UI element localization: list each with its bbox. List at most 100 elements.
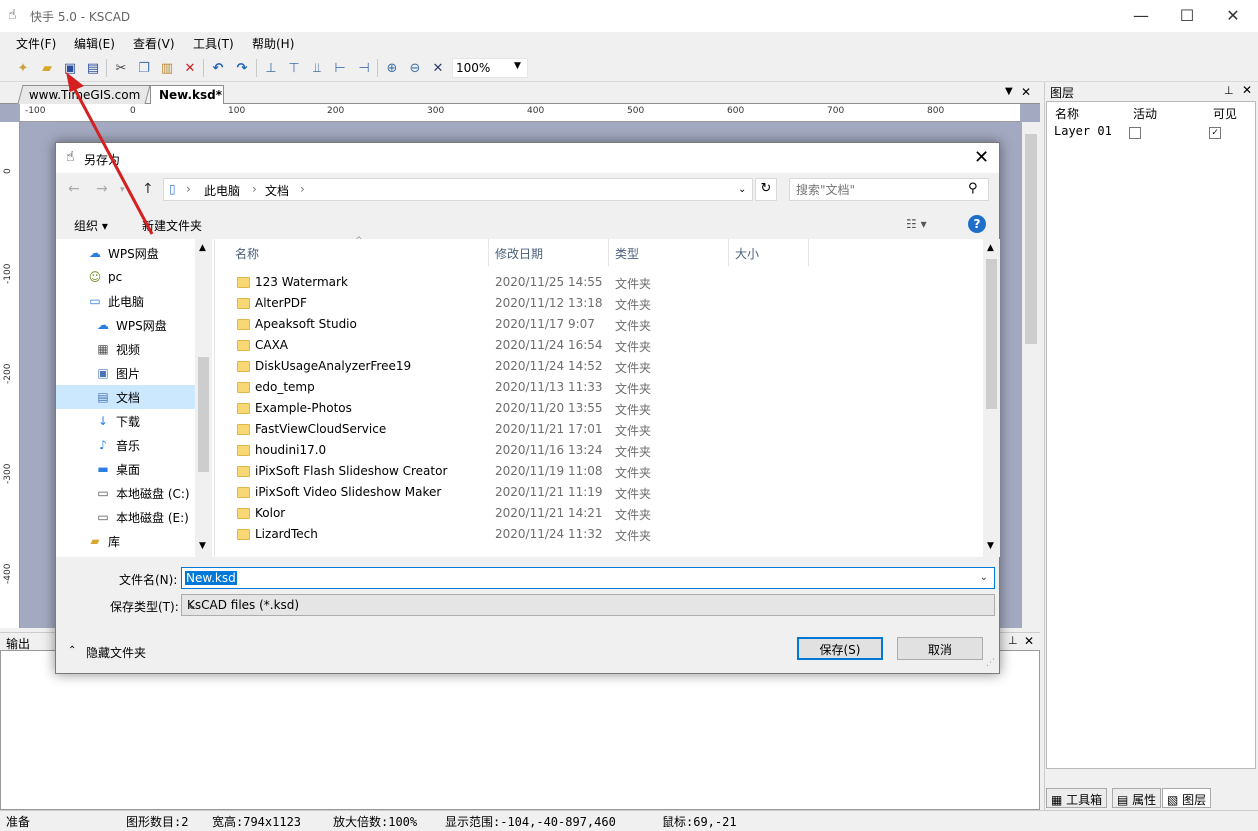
file-row[interactable]: AlterPDF 2020/11/12 13:18 文件夹 [215, 293, 985, 314]
scrollbar-thumb[interactable] [198, 357, 209, 472]
column-header-name[interactable]: 名称 [235, 245, 259, 262]
save-icon[interactable]: ▣ [61, 59, 79, 77]
scrollbar-thumb[interactable] [1025, 134, 1037, 344]
paste-icon[interactable]: ▥ [158, 59, 176, 77]
file-row[interactable]: edo_temp 2020/11/13 11:33 文件夹 [215, 377, 985, 398]
column-visible[interactable]: 可见 [1213, 105, 1237, 122]
tab-new-ksd[interactable]: New.ksd* [150, 85, 224, 104]
filename-dropdown-icon[interactable]: ⌄ [980, 572, 988, 583]
tree-item-pc-user[interactable]: ☺ pc [86, 265, 122, 289]
dialog-close-icon[interactable]: ✕ [974, 147, 989, 168]
scroll-up-icon[interactable]: ▲ [199, 243, 206, 253]
tab-layers[interactable]: ▧ 图层 [1162, 788, 1212, 808]
tab-timegis[interactable]: www.TimeGIS.com [17, 85, 151, 104]
file-row[interactable]: FastViewCloudService 2020/11/21 17:01 文件夹 [215, 419, 985, 440]
zoom-in-icon[interactable]: ⊕ [383, 59, 401, 77]
align-top-icon[interactable]: ⊤ [285, 59, 303, 77]
column-header-date[interactable]: 修改日期 [495, 245, 543, 262]
file-list-scrollbar[interactable]: ▲ ▼ [983, 239, 1000, 557]
view-options-icon[interactable]: ☷ ▾ [906, 217, 927, 231]
up-arrow-icon[interactable]: ↑ [142, 181, 154, 197]
forward-arrow-icon[interactable]: → [96, 181, 108, 197]
layer-active-checkbox[interactable] [1129, 127, 1141, 139]
copy-icon[interactable]: ❐ [135, 59, 153, 77]
tree-item-drive-c[interactable]: ▭ 本地磁盘 (C:) [94, 481, 189, 505]
file-row[interactable]: 123 Watermark 2020/11/25 14:55 文件夹 [215, 272, 985, 293]
close-panel-icon[interactable]: ✕ [1024, 634, 1034, 648]
help-icon[interactable]: ? [968, 215, 986, 233]
tab-toolbox[interactable]: ▦ 工具箱 [1046, 788, 1108, 808]
pin-icon[interactable]: ⊥ [1224, 84, 1234, 97]
new-folder-button[interactable]: 新建文件夹 [142, 217, 202, 234]
save-button[interactable]: 保存(S) [797, 637, 883, 660]
tree-item-desktop[interactable]: ▬ 桌面 [94, 457, 140, 481]
filetype-dropdown-icon[interactable]: ⌄ [187, 598, 988, 612]
pin-icon[interactable]: ⊥ [1008, 634, 1018, 647]
column-header-size[interactable]: 大小 [735, 245, 759, 262]
address-bar[interactable]: ▯ › 此电脑 › 文档 › ⌄ [163, 178, 753, 201]
file-row[interactable]: LizardTech 2020/11/24 11:32 文件夹 [215, 524, 985, 545]
tree-item-wps-cloud-2[interactable]: ☁ WPS网盘 [94, 313, 167, 337]
hide-folders-toggle[interactable]: 隐藏文件夹 [86, 644, 146, 661]
close-window-button[interactable]: ✕ [1210, 0, 1256, 30]
address-dropdown-icon[interactable]: ⌄ [738, 184, 746, 195]
align-right-icon[interactable]: ⊣ [355, 59, 373, 77]
redo-icon[interactable]: ↷ [233, 59, 251, 77]
filename-input[interactable]: New.ksd ⌄ [181, 567, 995, 589]
column-divider[interactable] [608, 239, 609, 266]
tree-item-this-pc[interactable]: ▭ 此电脑 [86, 289, 144, 313]
column-divider[interactable] [488, 239, 489, 266]
column-name[interactable]: 名称 [1055, 105, 1079, 122]
navigation-scrollbar[interactable]: ▲ ▼ [195, 239, 212, 557]
zoom-out-icon[interactable]: ⊖ [406, 59, 424, 77]
back-arrow-icon[interactable]: ← [68, 181, 80, 197]
breadcrumb-this-pc[interactable]: 此电脑 [204, 182, 240, 199]
tree-item-pictures[interactable]: ▣ 图片 [94, 361, 140, 385]
scroll-down-icon[interactable]: ▼ [199, 541, 206, 551]
tree-item-videos[interactable]: ▦ 视频 [94, 337, 140, 361]
organize-button[interactable]: 组织 ▾ [74, 217, 108, 234]
undo-icon[interactable]: ↶ [209, 59, 227, 77]
cut-icon[interactable]: ✂ [112, 59, 130, 77]
menu-view[interactable]: 查看(V) [133, 35, 175, 52]
file-row[interactable]: houdini17.0 2020/11/16 13:24 文件夹 [215, 440, 985, 461]
close-panel-icon[interactable]: ✕ [1242, 83, 1252, 97]
maximize-button[interactable]: ☐ [1164, 0, 1210, 30]
scroll-up-icon[interactable]: ▲ [987, 243, 994, 253]
column-divider[interactable] [728, 239, 729, 266]
minimize-button[interactable]: — [1118, 0, 1164, 30]
file-row[interactable]: Kolor 2020/11/21 14:21 文件夹 [215, 503, 985, 524]
tree-item-drive-e[interactable]: ▭ 本地磁盘 (E:) [94, 505, 188, 529]
file-row[interactable]: Example-Photos 2020/11/20 13:55 文件夹 [215, 398, 985, 419]
new-file-icon[interactable]: ✦ [14, 59, 32, 77]
menu-file[interactable]: 文件(F) [16, 35, 56, 52]
tab-list-icon[interactable]: ▼ [1005, 86, 1013, 97]
delete-icon[interactable]: ✕ [181, 59, 199, 77]
tab-properties[interactable]: ▤ 属性 [1112, 788, 1162, 808]
collapse-chevron-icon[interactable]: ⌃ [68, 645, 76, 656]
refresh-icon[interactable]: ↻ [755, 178, 777, 201]
search-input[interactable] [796, 180, 966, 200]
file-row[interactable]: CAXA 2020/11/24 16:54 文件夹 [215, 335, 985, 356]
recent-dropdown-icon[interactable]: ▾ [120, 185, 125, 195]
file-row[interactable]: iPixSoft Flash Slideshow Creator 2020/11/… [215, 461, 985, 482]
tree-item-documents[interactable]: ▤ 文档 [56, 385, 195, 409]
menu-edit[interactable]: 编辑(E) [74, 35, 115, 52]
tree-item-wps-cloud[interactable]: ☁ WPS网盘 [86, 241, 159, 265]
column-header-type[interactable]: 类型 [615, 245, 639, 262]
zoom-fit-icon[interactable]: ✕ [429, 59, 447, 77]
open-folder-icon[interactable]: ▰ [38, 59, 56, 77]
filename-value[interactable]: New.ksd [185, 571, 237, 585]
tree-item-library[interactable]: ▰ 库 [86, 529, 120, 553]
canvas-vertical-scrollbar[interactable] [1022, 122, 1040, 628]
column-divider[interactable] [808, 239, 809, 266]
cancel-button[interactable]: 取消 [897, 637, 983, 660]
file-row[interactable]: DiskUsageAnalyzerFree19 2020/11/24 14:52 文… [215, 356, 985, 377]
filetype-select[interactable]: KsCAD files (*.ksd) ⌄ [181, 594, 995, 616]
zoom-dropdown-icon[interactable]: ▼ [514, 61, 521, 71]
resize-grip-icon[interactable]: ⋰ [986, 658, 995, 668]
save-all-icon[interactable]: ▤ [84, 59, 102, 77]
align-left-icon[interactable]: ⊢ [331, 59, 349, 77]
layer-visible-checkbox[interactable]: ✓ [1209, 127, 1221, 139]
scroll-down-icon[interactable]: ▼ [987, 541, 994, 551]
